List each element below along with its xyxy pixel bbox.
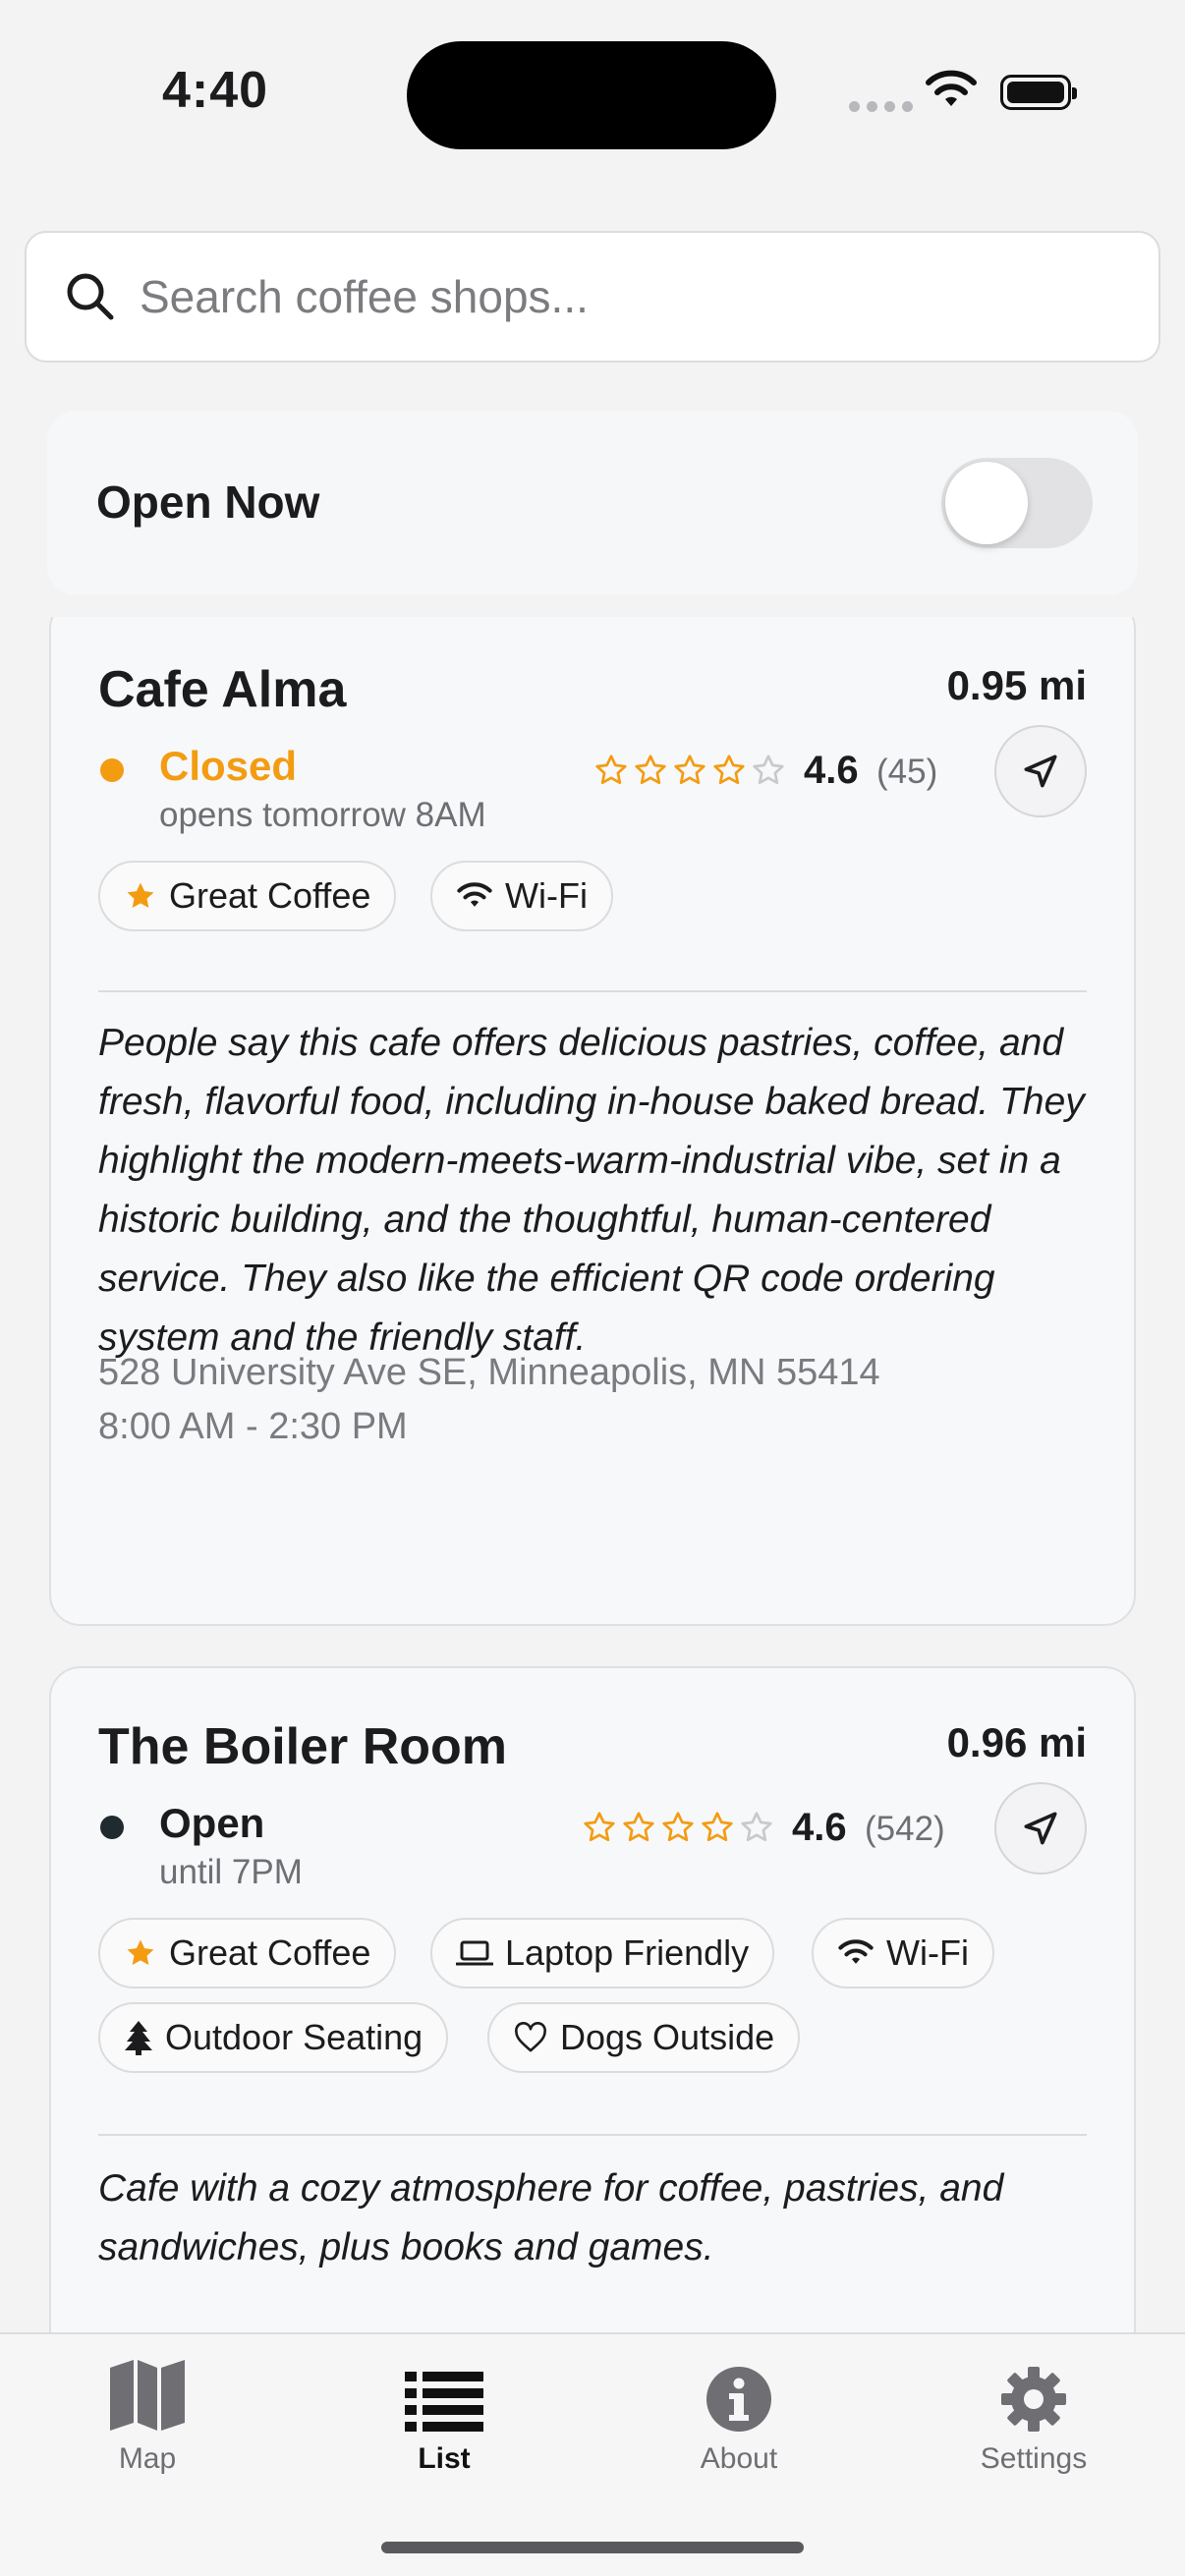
divider	[98, 990, 1087, 992]
map-icon	[110, 2360, 185, 2431]
star-icon	[127, 1939, 154, 1966]
tab-about[interactable]: About	[641, 2352, 837, 2476]
star-rating	[593, 753, 786, 788]
cafe-name: The Boiler Room	[98, 1718, 508, 1775]
cafe-distance: 0.95 mi	[946, 662, 1087, 708]
toggle-knob	[945, 462, 1028, 544]
cafe-card[interactable]: Cafe Alma 0.95 mi Closed opens tomorrow …	[49, 617, 1136, 1626]
rating-value: 4.6	[792, 1806, 847, 1849]
tab-list[interactable]: List	[346, 2352, 542, 2476]
tag-wifi: Wi-Fi	[430, 861, 613, 931]
cafe-card[interactable]: The Boiler Room 0.96 mi Open until 7PM 4…	[49, 1666, 1136, 2332]
cafe-list[interactable]: Cafe Alma 0.95 mi Closed opens tomorrow …	[0, 617, 1185, 2332]
tag-outdoor-seating: Outdoor Seating	[98, 2002, 449, 2073]
star-icon	[127, 882, 154, 909]
star-outline-icon	[595, 755, 627, 785]
heart-icon	[515, 2022, 546, 2052]
laptop-icon	[456, 1940, 493, 1966]
tab-label: List	[418, 2442, 471, 2475]
divider	[98, 2134, 1087, 2136]
home-indicator	[381, 2542, 804, 2553]
navigation-arrow-icon	[1024, 755, 1057, 788]
tag-label: Great Coffee	[169, 1932, 371, 1973]
tab-label: Map	[118, 2442, 177, 2475]
cafe-address: 528 University Ave SE, Minneapolis, MN 5…	[98, 1352, 880, 1393]
gear-icon	[1001, 2367, 1066, 2432]
navigation-arrow-icon	[1024, 1812, 1057, 1845]
cafe-name: Cafe Alma	[98, 661, 347, 718]
status-label: Open	[159, 1800, 265, 1846]
tab-label: About	[700, 2442, 778, 2475]
tag-great-coffee: Great Coffee	[98, 1918, 397, 1988]
rating-value: 4.6	[804, 749, 859, 792]
search-input[interactable]	[140, 262, 1122, 331]
review-count: (542)	[865, 1810, 945, 1848]
star-empty-icon	[753, 755, 784, 785]
tag-laptop-friendly: Laptop Friendly	[430, 1918, 775, 1988]
cafe-description: People say this cafe offers delicious pa…	[98, 1022, 1085, 1359]
directions-button[interactable]	[994, 1782, 1087, 1875]
tag-wifi: Wi-Fi	[812, 1918, 994, 1988]
directions-button[interactable]	[994, 725, 1087, 817]
tab-settings[interactable]: Settings	[935, 2352, 1132, 2476]
cafe-description: Cafe with a cozy atmosphere for coffee, …	[98, 2167, 1004, 2268]
tab-map[interactable]: Map	[49, 2352, 246, 2476]
star-outline-icon	[713, 755, 745, 785]
tree-icon	[125, 2021, 152, 2055]
tab-label: Settings	[980, 2442, 1088, 2475]
tag-great-coffee: Great Coffee	[98, 861, 397, 931]
wifi-status-icon	[926, 70, 977, 106]
star-outline-icon	[623, 1812, 654, 1842]
star-empty-icon	[741, 1812, 772, 1842]
cellular-signal-icon	[849, 101, 913, 112]
tag-label: Wi-Fi	[505, 875, 588, 916]
search-icon	[67, 273, 114, 320]
tag-label: Great Coffee	[169, 875, 371, 916]
tag-dogs-outside: Dogs Outside	[487, 2002, 801, 2073]
status-dot	[100, 758, 124, 782]
status-dot	[100, 1816, 124, 1839]
cafe-distance: 0.96 mi	[946, 1719, 1087, 1765]
search-bar[interactable]	[25, 231, 1160, 363]
info-icon	[706, 2367, 771, 2432]
tab-bar: Map List About Settings	[0, 2332, 1185, 2576]
star-outline-icon	[584, 1812, 615, 1842]
review-count: (45)	[876, 753, 938, 791]
tag-label: Outdoor Seating	[165, 2017, 423, 2057]
open-now-filter: Open Now	[47, 411, 1138, 595]
tag-label: Laptop Friendly	[505, 1932, 750, 1973]
list-icon	[405, 2372, 483, 2432]
open-now-label: Open Now	[96, 476, 320, 528]
status-detail: until 7PM	[159, 1853, 303, 1891]
open-now-toggle[interactable]	[941, 458, 1093, 548]
dynamic-island	[407, 41, 776, 149]
star-outline-icon	[674, 755, 705, 785]
star-outline-icon	[635, 755, 666, 785]
status-time: 4:40	[162, 62, 269, 119]
status-label: Closed	[159, 743, 298, 789]
battery-icon	[1000, 75, 1077, 110]
status-detail: opens tomorrow 8AM	[159, 796, 486, 834]
wifi-icon	[838, 1939, 874, 1964]
star-outline-icon	[662, 1812, 694, 1842]
cafe-hours: 8:00 AM - 2:30 PM	[98, 1406, 408, 1447]
star-rating	[582, 1810, 774, 1845]
wifi-icon	[457, 882, 492, 907]
tag-label: Dogs Outside	[560, 2017, 775, 2057]
star-outline-icon	[702, 1812, 733, 1842]
tag-label: Wi-Fi	[886, 1932, 969, 1973]
